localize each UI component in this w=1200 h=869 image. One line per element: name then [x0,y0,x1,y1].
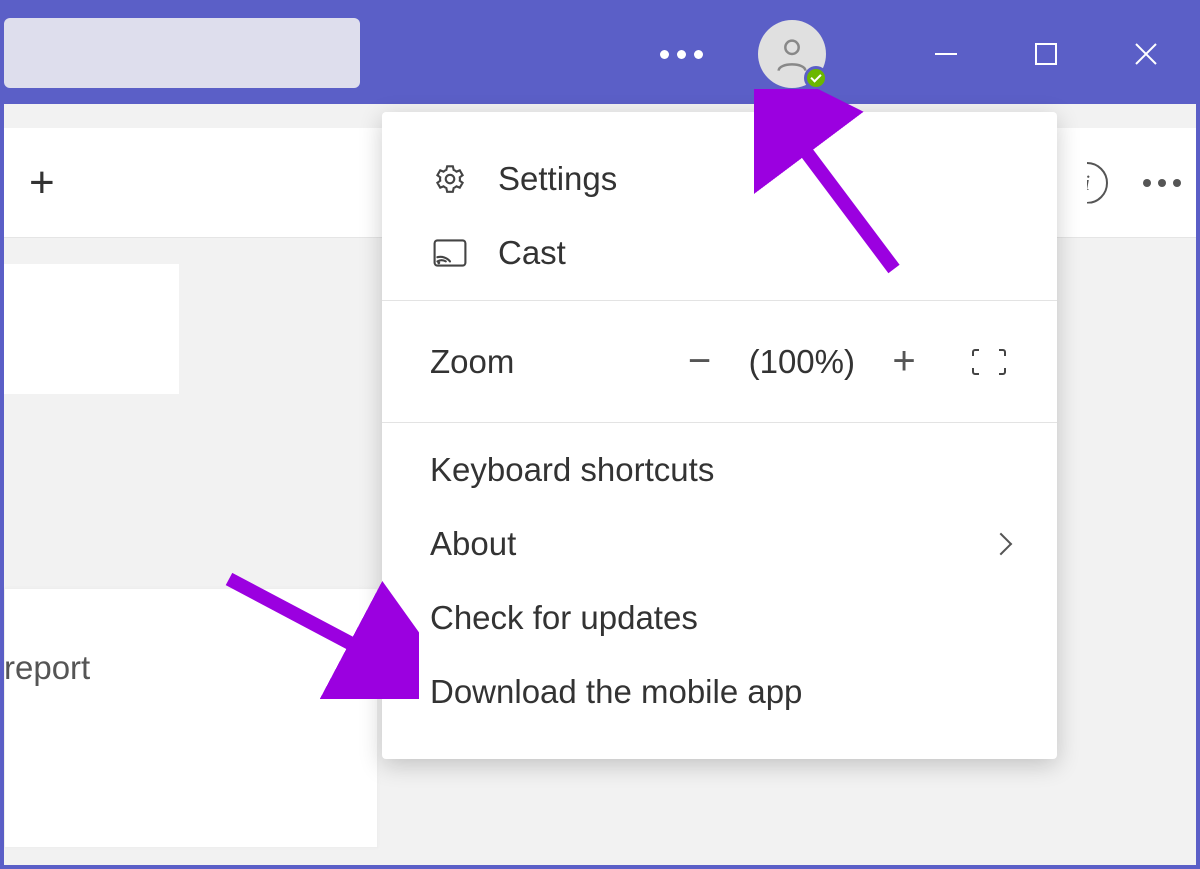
more-menu: Settings Cast Zoom − (100%) + [382,112,1057,759]
menu-item-zoom: Zoom − (100%) + [382,311,1057,412]
menu-item-label: Cast [498,234,566,272]
more-icon[interactable] [660,50,703,59]
bg-text: report [4,649,90,687]
annotation-arrow-icon [754,89,914,279]
presence-badge-available-icon [804,66,828,90]
menu-item-label: Keyboard shortcuts [430,451,714,489]
menu-item-settings[interactable]: Settings [382,142,1057,216]
menu-item-label: Download the mobile app [430,673,802,711]
menu-item-label: About [430,525,516,563]
menu-item-check-updates[interactable]: Check for updates [382,581,1057,655]
annotation-arrow-icon [219,569,419,699]
fullscreen-icon[interactable] [969,347,1009,377]
gear-icon [430,162,470,196]
menu-divider [382,422,1057,423]
person-icon [772,34,812,74]
titlebar-right [660,4,1196,104]
menu-item-download-mobile[interactable]: Download the mobile app [382,655,1057,729]
zoom-label: Zoom [430,343,610,381]
menu-divider [382,300,1057,301]
zoom-out-button[interactable]: − [675,339,725,384]
more-options-icon[interactable] [1143,179,1181,187]
zoom-in-button[interactable]: + [879,339,929,384]
close-button[interactable] [1096,4,1196,104]
cast-icon [430,239,470,267]
avatar[interactable] [758,20,826,88]
title-bar [4,4,1196,104]
add-tab-icon[interactable]: + [29,158,55,208]
menu-item-label: Check for updates [430,599,698,637]
menu-item-keyboard-shortcuts[interactable]: Keyboard shortcuts [382,433,1057,507]
info-icon[interactable]: i [1066,162,1108,204]
menu-item-cast[interactable]: Cast [382,216,1057,290]
zoom-value: (100%) [749,343,855,381]
bg-block [4,264,179,394]
menu-item-label: Settings [498,160,617,198]
maximize-button[interactable] [996,4,1096,104]
menu-item-about[interactable]: About [382,507,1057,581]
search-input[interactable] [4,18,360,88]
